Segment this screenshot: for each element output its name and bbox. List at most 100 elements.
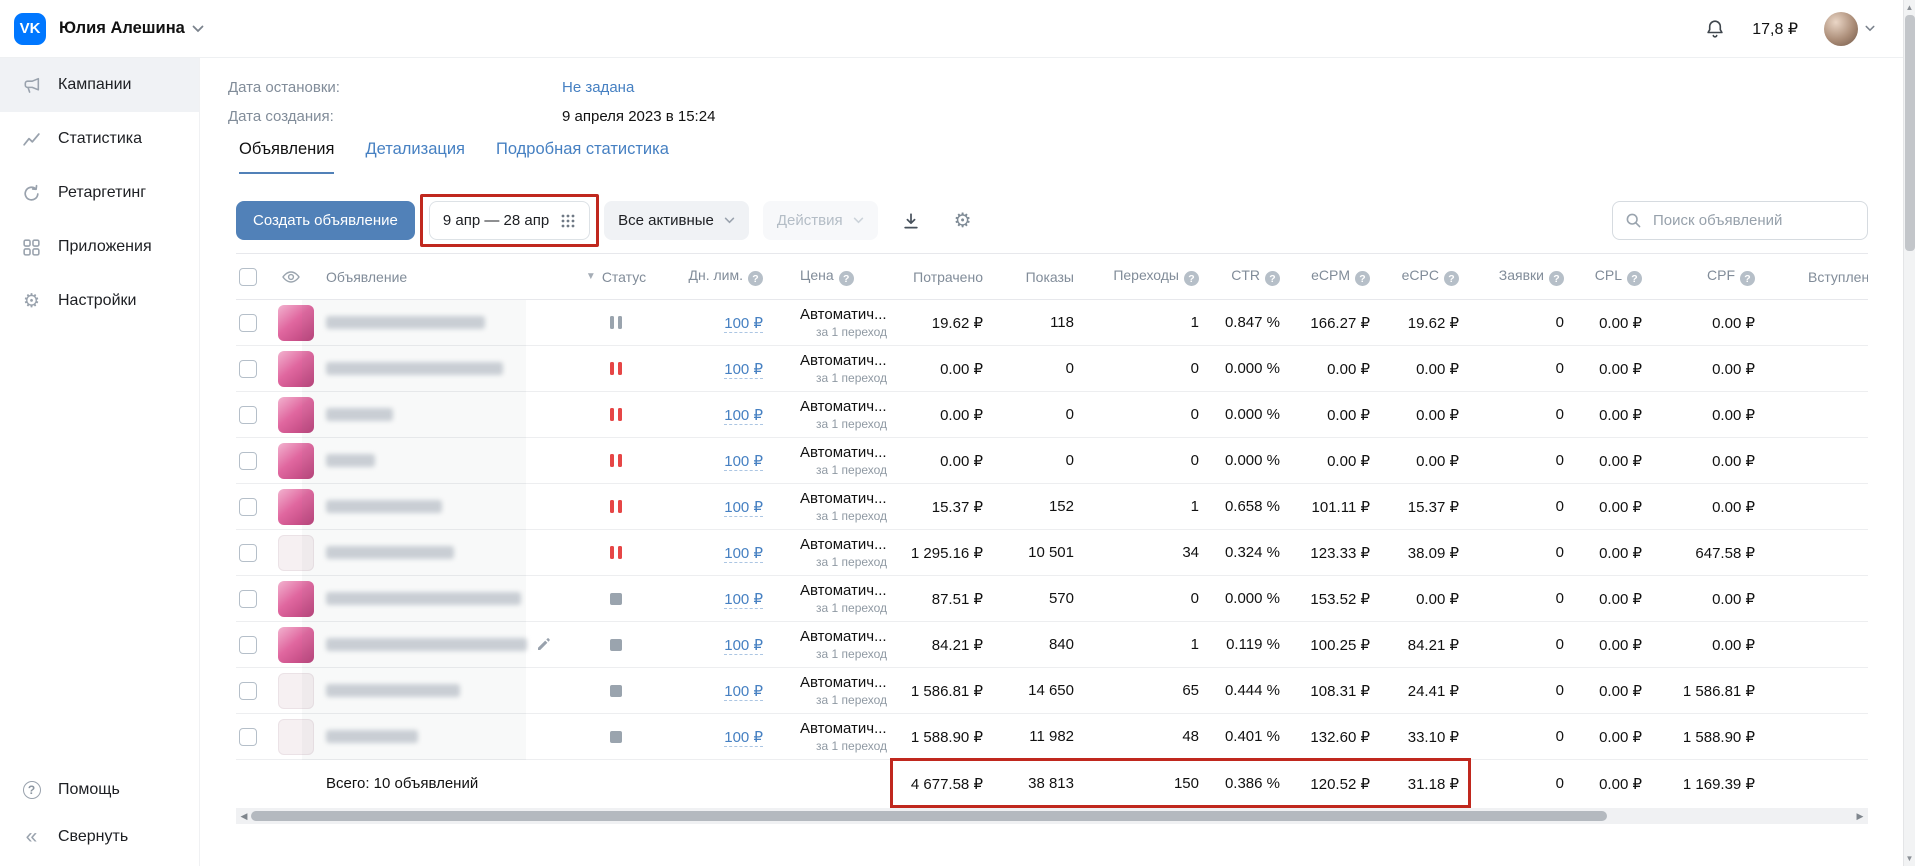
date-range-picker[interactable]: 9 апр — 28 апр bbox=[429, 201, 590, 240]
visibility-eye-icon[interactable] bbox=[281, 267, 301, 287]
scroll-up-arrow-icon[interactable]: ▲ bbox=[1904, 3, 1915, 12]
vk-logo[interactable]: VK bbox=[14, 13, 46, 45]
sidebar-item-help[interactable]: ? Помощь bbox=[0, 766, 199, 813]
tab-detailing[interactable]: Детализация bbox=[365, 140, 465, 174]
ad-thumbnail[interactable] bbox=[278, 397, 314, 433]
column-header-cpf[interactable]: CPF? bbox=[1650, 267, 1763, 287]
row-checkbox[interactable] bbox=[239, 314, 257, 332]
column-header-leads[interactable]: Заявки? bbox=[1467, 267, 1572, 287]
help-icon[interactable]: ? bbox=[748, 271, 763, 286]
tab-ads[interactable]: Объявления bbox=[239, 140, 334, 174]
horizontal-scrollbar-thumb[interactable] bbox=[251, 811, 1607, 821]
column-header-ecpc[interactable]: eCPC? bbox=[1378, 267, 1467, 287]
row-checkbox[interactable] bbox=[239, 360, 257, 378]
column-header-ecpm[interactable]: eCPM? bbox=[1288, 267, 1378, 287]
column-header-name[interactable]: Объявление bbox=[326, 269, 566, 285]
column-header-clicks[interactable]: Переходы? bbox=[1082, 267, 1207, 287]
ad-name-blurred[interactable] bbox=[326, 316, 485, 329]
help-icon[interactable]: ? bbox=[1549, 271, 1564, 286]
scroll-left-arrow-icon[interactable]: ◀ bbox=[236, 808, 252, 824]
column-header-status[interactable]: ▼ Статус bbox=[566, 269, 666, 285]
ad-thumbnail[interactable] bbox=[278, 673, 314, 709]
row-checkbox[interactable] bbox=[239, 728, 257, 746]
ad-name-blurred[interactable] bbox=[326, 546, 454, 559]
edit-pencil-icon[interactable] bbox=[536, 637, 551, 652]
vertical-scrollbar-thumb[interactable] bbox=[1905, 15, 1915, 251]
ad-thumbnail[interactable] bbox=[278, 489, 314, 525]
column-header-spent[interactable]: Потрачено bbox=[896, 269, 991, 285]
help-icon[interactable]: ? bbox=[1355, 271, 1370, 286]
sidebar-item-campaigns[interactable]: Кампании bbox=[0, 58, 199, 112]
help-icon[interactable]: ? bbox=[1265, 271, 1280, 286]
daily-limit-link[interactable]: 100 ₽ bbox=[724, 683, 763, 701]
ad-name-blurred[interactable] bbox=[326, 730, 418, 743]
column-header-ctr[interactable]: CTR? bbox=[1207, 267, 1288, 287]
spent-value: 19.62 ₽ bbox=[896, 314, 991, 332]
column-header-cpl[interactable]: CPL? bbox=[1572, 267, 1650, 287]
stop-date-value[interactable]: Не задана bbox=[562, 79, 634, 96]
account-balance[interactable]: 17,8 ₽ bbox=[1752, 19, 1798, 39]
daily-limit-link[interactable]: 100 ₽ bbox=[724, 407, 763, 425]
ad-name-blurred[interactable] bbox=[326, 592, 521, 605]
sidebar-item-retargeting[interactable]: Ретаргетинг bbox=[0, 166, 199, 220]
help-icon[interactable]: ? bbox=[1740, 271, 1755, 286]
ad-name-blurred[interactable] bbox=[326, 408, 393, 421]
select-all-checkbox[interactable] bbox=[239, 268, 257, 286]
row-checkbox[interactable] bbox=[239, 590, 257, 608]
ad-name-blurred[interactable] bbox=[326, 500, 442, 513]
notifications-bell-icon[interactable] bbox=[1704, 18, 1726, 40]
account-chevron-down-icon[interactable] bbox=[192, 25, 204, 33]
help-icon[interactable]: ? bbox=[1184, 271, 1199, 286]
ad-thumbnail[interactable] bbox=[278, 535, 314, 571]
scroll-right-arrow-icon[interactable]: ▶ bbox=[1852, 808, 1868, 824]
column-header-joins[interactable]: Вступлени bbox=[1763, 269, 1868, 285]
avatar[interactable] bbox=[1824, 12, 1858, 46]
daily-limit-link[interactable]: 100 ₽ bbox=[724, 499, 763, 517]
profile-menu[interactable] bbox=[1824, 12, 1875, 46]
ad-thumbnail[interactable] bbox=[278, 443, 314, 479]
ad-thumbnail[interactable] bbox=[278, 351, 314, 387]
daily-limit-link[interactable]: 100 ₽ bbox=[724, 315, 763, 333]
row-checkbox[interactable] bbox=[239, 498, 257, 516]
ad-name-blurred[interactable] bbox=[326, 454, 375, 467]
ad-thumbnail[interactable] bbox=[278, 719, 314, 755]
daily-limit-link[interactable]: 100 ₽ bbox=[724, 453, 763, 471]
ad-name-blurred[interactable] bbox=[326, 638, 527, 651]
help-icon[interactable]: ? bbox=[1444, 271, 1459, 286]
sidebar-item-settings[interactable]: ⚙ Настройки bbox=[0, 274, 199, 328]
row-checkbox[interactable] bbox=[239, 636, 257, 654]
account-name[interactable]: Юлия Алешина bbox=[59, 19, 185, 38]
row-checkbox[interactable] bbox=[239, 682, 257, 700]
table-settings-button[interactable]: ⚙ bbox=[944, 201, 982, 240]
ad-thumbnail[interactable] bbox=[278, 627, 314, 663]
status-filter-dropdown[interactable]: Все активные bbox=[604, 201, 749, 240]
column-header-price[interactable]: Цена? bbox=[771, 267, 896, 287]
search-input[interactable] bbox=[1612, 201, 1868, 240]
ad-thumbnail[interactable] bbox=[278, 305, 314, 341]
ad-name-blurred[interactable] bbox=[326, 684, 460, 697]
ad-name-blurred[interactable] bbox=[326, 362, 503, 375]
help-icon[interactable]: ? bbox=[839, 271, 854, 286]
sidebar-item-apps[interactable]: Приложения bbox=[0, 220, 199, 274]
ad-thumbnail[interactable] bbox=[278, 581, 314, 617]
sidebar-item-statistics[interactable]: Статистика bbox=[0, 112, 199, 166]
row-checkbox[interactable] bbox=[239, 544, 257, 562]
row-checkbox[interactable] bbox=[239, 452, 257, 470]
scroll-down-arrow-icon[interactable]: ▼ bbox=[1904, 854, 1915, 863]
export-download-button[interactable] bbox=[892, 201, 930, 240]
column-header-impressions[interactable]: Показы bbox=[991, 269, 1082, 285]
create-ad-button[interactable]: Создать объявление bbox=[236, 201, 415, 240]
row-checkbox[interactable] bbox=[239, 406, 257, 424]
vertical-scrollbar[interactable]: ▲ ▼ bbox=[1903, 0, 1915, 866]
actions-dropdown[interactable]: Действия bbox=[763, 201, 878, 240]
column-header-daily-limit[interactable]: Дн. лим.? bbox=[666, 267, 771, 287]
daily-limit-link[interactable]: 100 ₽ bbox=[724, 729, 763, 747]
tab-detailed-statistics[interactable]: Подробная статистика bbox=[496, 140, 669, 174]
daily-limit-link[interactable]: 100 ₽ bbox=[724, 361, 763, 379]
daily-limit-link[interactable]: 100 ₽ bbox=[724, 591, 763, 609]
sidebar-item-collapse[interactable]: « Свернуть bbox=[0, 813, 199, 860]
daily-limit-link[interactable]: 100 ₽ bbox=[724, 637, 763, 655]
help-icon[interactable]: ? bbox=[1627, 271, 1642, 286]
daily-limit-link[interactable]: 100 ₽ bbox=[724, 545, 763, 563]
horizontal-scrollbar[interactable]: ◀ ▶ bbox=[236, 808, 1868, 824]
